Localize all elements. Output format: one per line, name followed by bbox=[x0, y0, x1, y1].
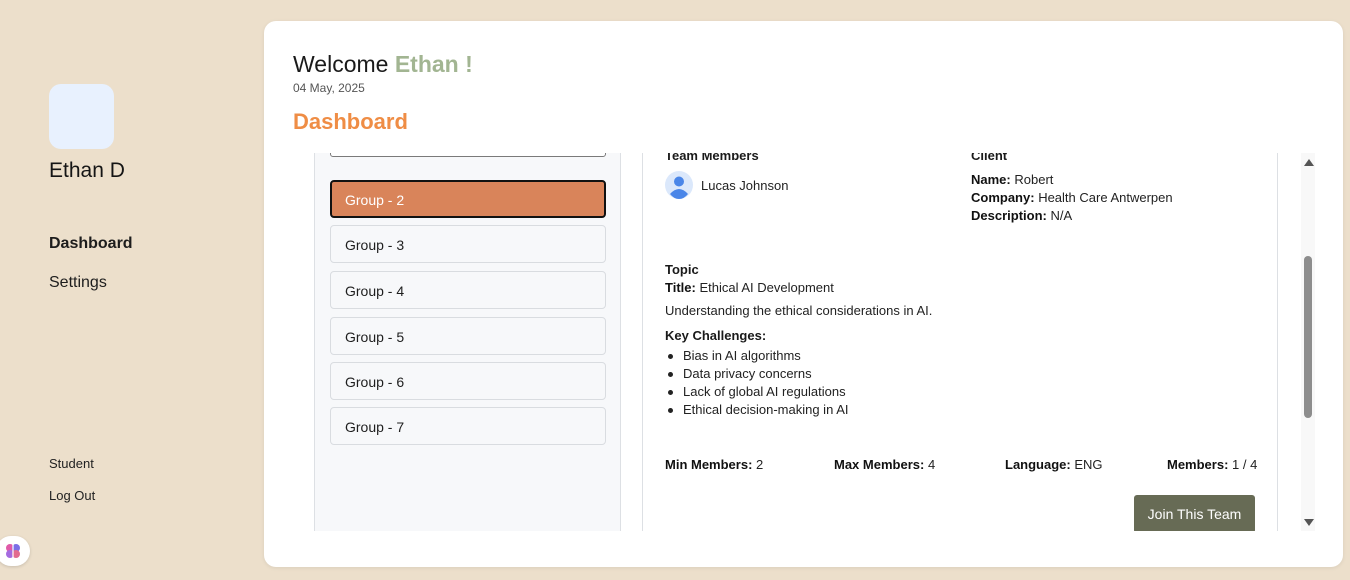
key-challenges-heading: Key Challenges: bbox=[665, 328, 767, 343]
team-member-name: Lucas Johnson bbox=[701, 177, 789, 193]
topic-title-label: Title: bbox=[665, 280, 696, 295]
dashboard-scroll-area[interactable]: Group - 2 Group - 3 Group - 4 Group - 5 … bbox=[264, 153, 1343, 531]
list-item: Lack of global AI regulations bbox=[665, 384, 848, 402]
client-company: Company: Health Care Antwerpen bbox=[971, 190, 1173, 205]
max-members: Max Members: 4 bbox=[834, 457, 935, 472]
group-list-panel: Group - 2 Group - 3 Group - 4 Group - 5 … bbox=[314, 153, 621, 531]
language-value: ENG bbox=[1074, 457, 1103, 472]
topic-summary: Understanding the ethical considerations… bbox=[665, 303, 933, 318]
client-description: Description: N/A bbox=[971, 208, 1072, 223]
topic-heading: Topic bbox=[665, 262, 699, 277]
max-members-value: 4 bbox=[927, 457, 936, 472]
group-item[interactable]: Group - 7 bbox=[330, 407, 606, 445]
list-item: Data privacy concerns bbox=[665, 366, 848, 384]
client-company-label: Company: bbox=[971, 190, 1035, 205]
group-item[interactable]: Group - 4 bbox=[330, 271, 606, 309]
group-item[interactable]: Group - 3 bbox=[330, 225, 606, 263]
user-role: Student bbox=[49, 456, 94, 471]
brain-icon bbox=[6, 544, 20, 558]
min-members: Min Members: 2 bbox=[665, 457, 763, 472]
client-name: Name: Robert bbox=[971, 172, 1053, 187]
topic-title-value: Ethical AI Development bbox=[699, 280, 834, 295]
group-detail-panel: Team Members Lucas Johnson Client Name: … bbox=[642, 153, 1278, 531]
sidebar: Ethan D Dashboard Settings Student Log O… bbox=[0, 0, 264, 580]
min-members-value: 2 bbox=[756, 457, 764, 472]
challenges-list: Bias in AI algorithms Data privacy conce… bbox=[665, 348, 848, 420]
client-name-label: Name: bbox=[971, 172, 1011, 187]
user-avatar-icon bbox=[665, 171, 693, 199]
client-name-value: Robert bbox=[1014, 172, 1054, 187]
welcome-heading: Welcome Ethan ! bbox=[293, 51, 473, 78]
max-members-label: Max Members: bbox=[834, 457, 925, 472]
scrollbar[interactable] bbox=[1301, 153, 1315, 531]
list-item: Ethical decision-making in AI bbox=[665, 402, 848, 420]
members-count-label: Members: bbox=[1167, 457, 1229, 472]
logout-link[interactable]: Log Out bbox=[49, 488, 95, 503]
main-card: Welcome Ethan ! 04 May, 2025 Dashboard G… bbox=[264, 21, 1343, 567]
min-members-label: Min Members: bbox=[665, 457, 753, 472]
members-count: Members: 1 / 4 bbox=[1167, 457, 1257, 472]
client-heading: Client bbox=[971, 153, 1008, 163]
nav-item-settings[interactable]: Settings bbox=[49, 274, 107, 292]
team-members-heading: Team Members bbox=[665, 153, 759, 163]
join-team-button[interactable]: Join This Team bbox=[1134, 495, 1255, 531]
welcome-user-name: Ethan ! bbox=[394, 51, 473, 77]
client-company-value: Health Care Antwerpen bbox=[1038, 190, 1173, 205]
group-item[interactable]: Group - 2 bbox=[330, 180, 606, 218]
topic-title: Title: Ethical AI Development bbox=[665, 280, 834, 295]
scroll-up-arrow-icon[interactable] bbox=[1304, 159, 1314, 166]
client-description-label: Description: bbox=[971, 208, 1047, 223]
team-member: Lucas Johnson bbox=[665, 171, 788, 199]
scrollbar-thumb[interactable] bbox=[1304, 256, 1312, 418]
list-item: Bias in AI algorithms bbox=[665, 348, 848, 366]
language-label: Language: bbox=[1005, 457, 1071, 472]
welcome-prefix: Welcome bbox=[293, 51, 395, 77]
group-item[interactable]: Group - 5 bbox=[330, 317, 606, 355]
group-search-input[interactable] bbox=[330, 153, 606, 157]
nav-item-dashboard[interactable]: Dashboard bbox=[49, 235, 133, 253]
assistant-button[interactable] bbox=[0, 536, 30, 566]
current-date: 04 May, 2025 bbox=[293, 81, 365, 95]
scroll-down-arrow-icon[interactable] bbox=[1304, 519, 1314, 526]
language: Language: ENG bbox=[1005, 457, 1103, 472]
members-count-value: 1 / 4 bbox=[1232, 457, 1258, 472]
avatar bbox=[49, 84, 114, 149]
client-description-value: N/A bbox=[1050, 208, 1073, 223]
group-item[interactable]: Group - 6 bbox=[330, 362, 606, 400]
user-name: Ethan D bbox=[49, 159, 125, 182]
page-title: Dashboard bbox=[293, 109, 408, 134]
